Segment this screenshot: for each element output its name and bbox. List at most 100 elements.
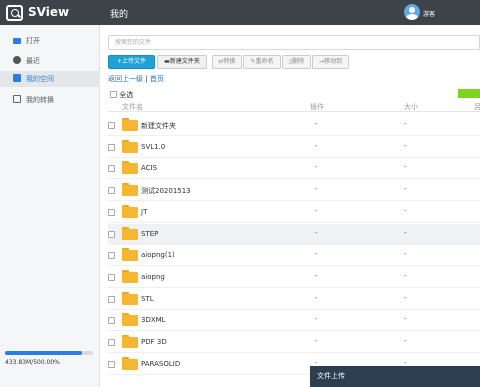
storage-progress-fill bbox=[5, 351, 82, 355]
table-row[interactable]: 新建文件夹 - - bbox=[108, 115, 480, 136]
file-action: - bbox=[315, 293, 318, 302]
app-name[interactable]: SView bbox=[28, 5, 69, 19]
folder-icon bbox=[122, 139, 138, 153]
table-row[interactable]: aiopng(1) - - bbox=[108, 245, 480, 267]
row-checkbox[interactable] bbox=[108, 143, 115, 151]
folder-icon bbox=[122, 356, 138, 370]
rename-button[interactable]: ✎重命名 bbox=[243, 55, 281, 69]
file-name[interactable]: ACIS bbox=[141, 164, 157, 172]
file-name[interactable]: PDF 3D bbox=[141, 338, 167, 346]
file-name[interactable]: 3DXML bbox=[141, 316, 166, 324]
home-link[interactable]: 首页 bbox=[150, 75, 164, 83]
file-action: - bbox=[315, 337, 318, 345]
folder-icon bbox=[122, 269, 138, 283]
sidebar-item-my-conversions[interactable]: 我的转换 bbox=[0, 92, 100, 108]
row-checkbox[interactable] bbox=[108, 360, 115, 368]
row-checkbox[interactable] bbox=[108, 165, 115, 173]
file-action: - bbox=[315, 141, 318, 150]
select-all-checkbox[interactable] bbox=[110, 91, 117, 98]
upload-file-button[interactable]: +上传文件 bbox=[108, 55, 155, 69]
file-name[interactable]: aiopng(1) bbox=[141, 251, 175, 259]
table-header: 文件名 操作 大小 另 bbox=[108, 102, 480, 112]
table-row[interactable]: aiopng - - bbox=[108, 267, 480, 288]
move-to-button[interactable]: →移动到 bbox=[312, 55, 349, 69]
row-checkbox[interactable] bbox=[108, 295, 115, 303]
row-checkbox[interactable] bbox=[108, 339, 115, 346]
sidebar-item-label: 我的空间 bbox=[26, 75, 54, 83]
back-link[interactable]: 返回上一级 bbox=[108, 75, 143, 83]
file-action: - bbox=[315, 250, 318, 259]
user-avatar-icon[interactable] bbox=[404, 4, 420, 20]
folder-icon bbox=[122, 183, 138, 197]
file-action: - bbox=[315, 315, 318, 324]
file-name[interactable]: STL bbox=[141, 295, 154, 303]
folder-icon bbox=[122, 161, 138, 175]
file-action: - bbox=[315, 185, 318, 194]
new-folder-button[interactable]: ▬新建文件夹 bbox=[157, 55, 207, 69]
table-row[interactable]: PDF 3D - - bbox=[108, 332, 480, 353]
folder-open-icon bbox=[13, 38, 21, 44]
sidebar-item-recent[interactable]: 最近 bbox=[0, 53, 100, 69]
row-checkbox[interactable] bbox=[108, 273, 115, 281]
folder-icon bbox=[122, 335, 138, 348]
file-name[interactable]: STEP bbox=[141, 230, 158, 238]
file-name[interactable]: aiopng bbox=[141, 273, 165, 281]
top-bar: SView 我的 游客 bbox=[0, 0, 480, 25]
storage-usage-text: 433.83M/500.00% bbox=[5, 359, 60, 366]
row-checkbox[interactable] bbox=[108, 208, 115, 216]
column-header-name[interactable]: 文件名 bbox=[122, 102, 143, 112]
sidebar: 打开 最近 我的空间 我的转换 433.83M/500.00% bbox=[0, 25, 100, 387]
folder-icon bbox=[122, 204, 138, 218]
table-row[interactable]: STL - - bbox=[108, 289, 480, 310]
select-all[interactable]: 全选 bbox=[110, 90, 133, 100]
page-title: 我的 bbox=[110, 10, 129, 20]
column-header-action: 操作 bbox=[310, 103, 324, 111]
file-action: - bbox=[315, 271, 318, 280]
table-row[interactable]: JT - - bbox=[108, 202, 480, 223]
checklist-icon bbox=[13, 95, 21, 103]
file-size: - bbox=[404, 315, 407, 324]
file-action: - bbox=[315, 206, 318, 215]
file-name[interactable]: 新建文件夹 bbox=[141, 121, 176, 131]
file-size: - bbox=[404, 337, 407, 345]
file-name[interactable]: SVL1.0 bbox=[141, 143, 165, 151]
column-header-size[interactable]: 大小 bbox=[404, 102, 418, 112]
file-size: - bbox=[404, 206, 407, 215]
row-checkbox[interactable] bbox=[108, 187, 115, 195]
breadcrumb-separator: | bbox=[145, 75, 148, 83]
sidebar-item-my-space[interactable]: 我的空间 bbox=[0, 71, 100, 87]
table-row[interactable]: STEP - - bbox=[108, 223, 480, 245]
file-name[interactable]: JT bbox=[141, 208, 147, 216]
sidebar-item-open[interactable]: 打开 bbox=[0, 33, 100, 49]
search-input[interactable] bbox=[108, 35, 480, 50]
row-checkbox[interactable] bbox=[108, 122, 115, 129]
row-checkbox[interactable] bbox=[108, 317, 115, 325]
file-name[interactable]: 测试20201513 bbox=[141, 186, 191, 196]
folder-icon bbox=[122, 226, 138, 240]
delete-button[interactable]: ▯删除 bbox=[282, 55, 311, 69]
file-size: - bbox=[404, 293, 407, 302]
row-checkbox[interactable] bbox=[108, 252, 115, 260]
sidebar-item-label: 最近 bbox=[26, 57, 40, 65]
file-size: - bbox=[404, 228, 407, 237]
storage-progress-bar bbox=[5, 351, 93, 355]
table-row[interactable]: SVL1.0 - - bbox=[108, 137, 480, 158]
file-size: - bbox=[404, 250, 407, 259]
table-row[interactable]: 测试20201513 - - bbox=[108, 180, 480, 202]
row-checkbox[interactable] bbox=[108, 230, 115, 238]
table-row[interactable]: 3DXML - - bbox=[108, 310, 480, 332]
username[interactable]: 游客 bbox=[423, 9, 435, 18]
file-name[interactable]: PARASOLID bbox=[141, 360, 180, 368]
table-row[interactable]: ACIS - - bbox=[108, 158, 480, 180]
file-action: - bbox=[315, 163, 318, 172]
column-header-extra: 另 bbox=[474, 103, 480, 111]
sidebar-item-label: 我的转换 bbox=[26, 96, 54, 104]
file-upload-panel[interactable]: 文件上传 bbox=[310, 366, 480, 387]
clock-icon bbox=[13, 56, 21, 64]
select-all-label: 全选 bbox=[119, 91, 134, 99]
file-size: - bbox=[404, 185, 407, 194]
sview-logo-icon[interactable] bbox=[6, 5, 23, 21]
folder-icon bbox=[122, 291, 138, 305]
convert-button[interactable]: ⇄转换 bbox=[212, 55, 242, 69]
file-size: - bbox=[404, 271, 407, 280]
